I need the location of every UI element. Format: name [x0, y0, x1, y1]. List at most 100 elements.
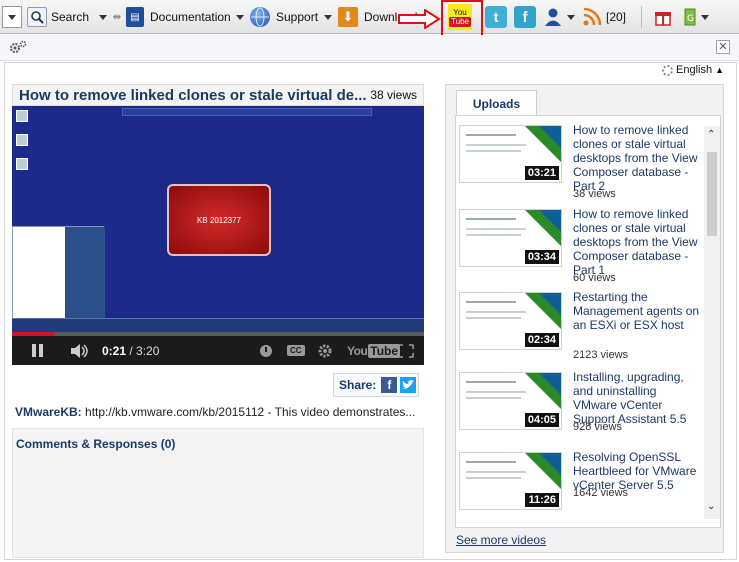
uploads-scrollbar[interactable]: ⌃ ⌄ — [704, 126, 720, 519]
panel-header: ✕ — [0, 35, 739, 61]
gift-icon — [654, 8, 672, 26]
browser-toolbar: Search ⇹ ▤ Documentation Support ⬇ Downl… — [0, 0, 739, 34]
fullscreen-button[interactable] — [398, 336, 414, 365]
documentation-dropdown-caret[interactable] — [236, 15, 244, 20]
time-current: 0:21 — [102, 343, 127, 358]
tab-uploads-label: Uploads — [472, 96, 521, 111]
video-thumbnail[interactable]: 03:34 — [459, 209, 562, 267]
documentation-button[interactable]: ⇹ ▤ Documentation — [112, 0, 231, 34]
video-thumbnail[interactable]: 04:05 — [459, 372, 562, 430]
description-source[interactable]: VMwareKB: — [15, 405, 82, 419]
volume-button[interactable] — [70, 336, 90, 365]
upload-title[interactable]: How to remove linked clones or stale vir… — [573, 123, 703, 193]
facebook-button[interactable]: f — [514, 0, 536, 34]
taskbar-screenshot — [12, 318, 424, 332]
youtube-logo-button[interactable]: You Tube — [347, 336, 401, 365]
language-label: English — [676, 64, 713, 76]
rss-count: [20] — [606, 10, 627, 24]
list-item[interactable]: 02:34 Restarting the Management agents on… — [459, 286, 704, 366]
captions-button[interactable]: CC — [287, 336, 305, 365]
video-thumbnail[interactable]: 02:34 — [459, 292, 562, 350]
video-title[interactable]: How to remove linked clones or stale vir… — [19, 87, 367, 104]
video-description: VMwareKB: http://kb.vmware.com/kb/201511… — [15, 405, 425, 419]
gift-button[interactable] — [654, 0, 672, 34]
video-duration: 02:34 — [524, 333, 559, 347]
list-item[interactable]: 04:05 Installing, upgrading, and uninstal… — [459, 366, 704, 446]
watch-later-button[interactable] — [260, 336, 272, 365]
upload-views: 928 views — [573, 421, 622, 433]
support-dropdown-caret[interactable] — [324, 15, 332, 20]
gear-icon — [318, 344, 332, 357]
video-player[interactable]: KB 2012377 0:21 / 3:20 CC You Tube — [12, 106, 424, 365]
player-controls: 0:21 / 3:20 CC You Tube — [12, 336, 424, 365]
globe-icon — [250, 7, 270, 27]
scroll-up-icon[interactable]: ⌃ — [707, 130, 715, 140]
upload-title[interactable]: Restarting the Management agents on an E… — [573, 290, 703, 332]
account-button[interactable] — [544, 0, 562, 34]
comments-heading: Comments & Responses (0) — [16, 437, 176, 451]
upload-views: 38 views — [573, 188, 616, 200]
pause-button[interactable] — [32, 336, 43, 365]
tab-uploads[interactable]: Uploads — [456, 90, 537, 116]
desktop-icon — [16, 110, 28, 122]
chevron-up-icon: ▲ — [715, 65, 724, 75]
upload-title[interactable]: Installing, upgrading, and uninstalling … — [573, 370, 703, 426]
toolbar-dropdown-button[interactable] — [0, 0, 24, 34]
facebook-share-icon[interactable]: f — [381, 377, 398, 393]
rss-button[interactable]: [20] — [581, 0, 626, 34]
gear-icon[interactable] — [8, 39, 28, 55]
twitter-button[interactable]: t — [485, 0, 507, 34]
extension-dropdown-caret[interactable] — [701, 15, 709, 20]
book-icon: ▤ — [126, 7, 144, 27]
volume-icon — [71, 343, 88, 358]
comments-section: Comments & Responses (0) — [12, 428, 424, 558]
youtube-logo-icon: You Tube — [347, 343, 401, 358]
kb-label: KB 2012377 — [196, 215, 242, 225]
list-item[interactable]: 03:34 How to remove linked clones or stal… — [459, 203, 704, 284]
upload-title[interactable]: Resolving OpenSSL Heartbleed for VMware … — [573, 450, 703, 492]
tag-icon: G — [682, 7, 698, 27]
video-thumbnail[interactable]: 03:21 — [459, 125, 562, 183]
svg-text:G: G — [687, 14, 694, 24]
search-dropdown-caret[interactable] — [99, 15, 107, 20]
desktop-icons — [16, 110, 32, 182]
search-label: Search — [51, 10, 90, 24]
uploads-list: 03:21 How to remove linked clones or stal… — [455, 115, 721, 528]
pause-icon — [32, 344, 43, 357]
extension-button[interactable]: G — [682, 0, 698, 34]
language-selector[interactable]: English ▲ — [662, 64, 724, 76]
resize-handle-icon: ⇹ — [112, 11, 122, 23]
support-label: Support — [276, 10, 319, 24]
time-total: 3:20 — [136, 343, 160, 358]
scrollbar-thumb[interactable] — [707, 152, 717, 236]
documentation-label: Documentation — [150, 10, 231, 24]
upload-views: 1642 views — [573, 487, 629, 499]
list-item[interactable]: 03:21 How to remove linked clones or stal… — [459, 119, 704, 200]
account-dropdown-caret[interactable] — [567, 15, 575, 20]
video-view-count: 38 views — [370, 88, 417, 102]
twitter-share-icon[interactable] — [400, 377, 417, 393]
scroll-down-icon[interactable]: ⌄ — [707, 502, 715, 512]
facebook-icon: f — [514, 6, 536, 28]
chevron-down-icon — [8, 15, 16, 20]
video-duration: 11:26 — [525, 493, 559, 507]
search-button[interactable]: Search — [27, 0, 89, 34]
list-item[interactable]: 11:26 Resolving OpenSSL Heartbleed for VM… — [459, 446, 704, 526]
upload-title[interactable]: How to remove linked clones or stale vir… — [573, 207, 703, 277]
desktop-icon — [16, 158, 28, 170]
close-icon: ✕ — [718, 41, 728, 53]
user-icon — [544, 7, 562, 27]
upload-views: 2123 views — [573, 349, 629, 361]
desktop-window-strip — [122, 108, 372, 116]
desktop-icon — [16, 134, 28, 146]
video-thumbnail[interactable]: 11:26 — [459, 452, 562, 510]
close-button[interactable]: ✕ — [716, 40, 730, 54]
kb-title-card: KB 2012377 — [167, 184, 271, 256]
settings-button[interactable] — [317, 336, 333, 365]
loading-spinner-icon — [662, 64, 673, 76]
support-button[interactable]: Support — [250, 0, 318, 34]
toolbar-separator — [641, 6, 642, 28]
time-separator: / — [126, 343, 137, 358]
see-more-videos-link[interactable]: See more videos — [456, 533, 546, 547]
twitter-icon: t — [485, 6, 507, 28]
